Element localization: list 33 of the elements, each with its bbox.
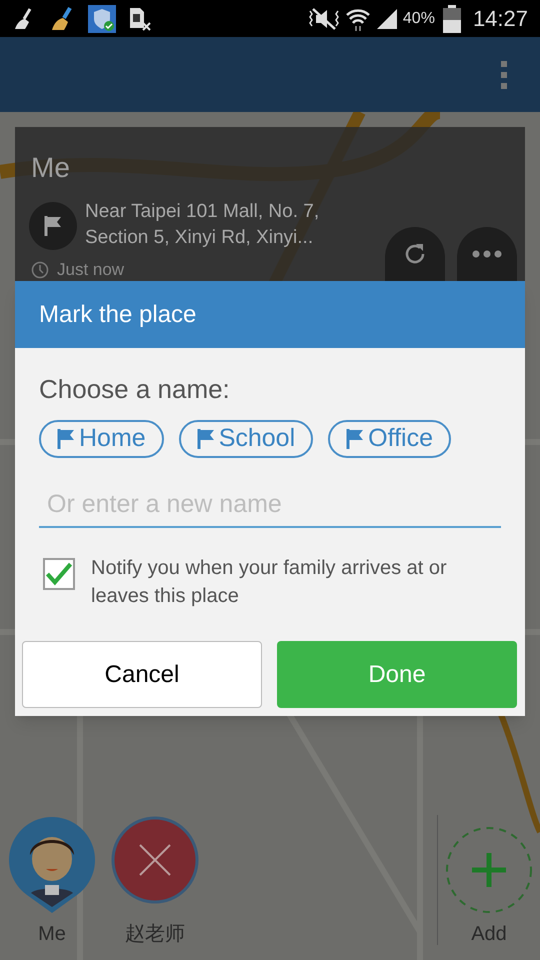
done-button[interactable]: Done <box>277 641 517 708</box>
battery-icon <box>442 4 461 32</box>
signal-icon <box>374 6 399 30</box>
overflow-menu-icon[interactable] <box>500 60 508 90</box>
update-time: Just now <box>57 261 124 279</box>
flag-icon <box>44 215 62 237</box>
add-label[interactable]: Add <box>471 919 507 949</box>
notify-checkbox[interactable] <box>43 558 75 590</box>
person-avatar-icon[interactable] <box>7 815 97 915</box>
more-icon <box>472 250 502 258</box>
flag-icon <box>57 428 75 450</box>
more-button[interactable] <box>457 227 517 281</box>
person-name[interactable]: 赵老师 <box>125 919 185 949</box>
battery-percent: 40% <box>402 8 435 28</box>
flag-icon <box>196 428 215 450</box>
notify-label: Notify you when your family arrives at or leaves this place <box>91 556 448 609</box>
mute-icon <box>306 6 341 30</box>
name-chip[interactable]: Office <box>328 420 451 458</box>
name-chip[interactable]: Home <box>39 420 164 458</box>
flag-icon <box>346 428 364 450</box>
cancel-button[interactable]: Cancel <box>22 641 262 708</box>
clock-icon <box>31 261 49 279</box>
choose-name-label: Choose a name: <box>39 374 231 404</box>
dialog-title: Mark the place <box>39 300 196 330</box>
shield-icon <box>88 4 116 32</box>
name-chip[interactable]: School <box>178 420 314 458</box>
flag-button[interactable] <box>29 202 77 250</box>
card-title: Me <box>31 151 70 185</box>
address-text: Near Taipei 101 Mall, No. 7, Section 5, Xinyi Rd, Xinyi... <box>85 200 320 250</box>
status-time: 14:27 <box>472 5 528 33</box>
refresh-button[interactable] <box>385 227 445 281</box>
person-name[interactable]: Me <box>38 919 66 949</box>
sim-card-icon <box>128 6 152 32</box>
